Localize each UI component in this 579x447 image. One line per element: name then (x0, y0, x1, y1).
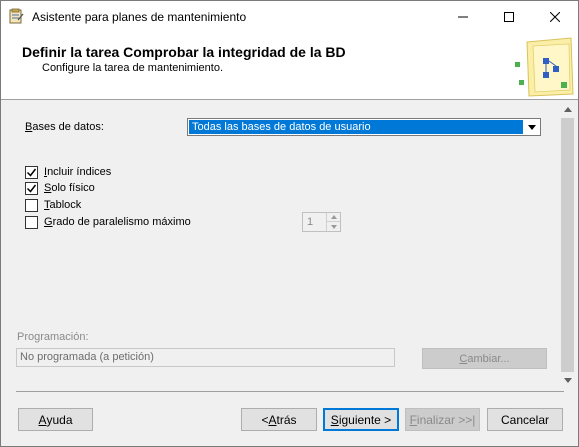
vertical-scrollbar[interactable] (559, 101, 576, 389)
max-dop-option[interactable]: Grado de paralelismo máximo (25, 215, 191, 229)
max-dop-spinner[interactable]: 1 (302, 212, 341, 232)
wizard-header: Definir la tarea Comprobar la integridad… (1, 32, 578, 100)
scrollbar-thumb[interactable] (561, 118, 574, 372)
spin-down-icon[interactable] (327, 222, 340, 231)
minimize-icon (458, 16, 468, 17)
databases-selected-value: Todas las bases de datos de usuario (189, 120, 523, 134)
task-options-panel: Bases de datos: Todas las bases de datos… (1, 101, 559, 389)
tablock-checkbox[interactable] (25, 198, 38, 212)
close-icon (550, 11, 560, 22)
change-schedule-button[interactable]: Cambiar... (422, 348, 547, 369)
databases-label: Bases de datos: (25, 121, 104, 133)
tablock-option[interactable]: Tablock (25, 198, 81, 212)
help-button[interactable]: Ayuda (18, 408, 93, 431)
title-bar: Asistente para planes de mantenimiento (1, 1, 578, 32)
dropdown-arrow-icon[interactable] (523, 119, 540, 135)
checkmark-icon (26, 184, 37, 193)
maintenance-folder-art (515, 37, 574, 97)
max-dop-value[interactable]: 1 (307, 216, 313, 228)
minimize-button[interactable] (440, 1, 486, 32)
max-dop-label: Grado de paralelismo máximo (44, 215, 191, 228)
back-button[interactable]: < Atrás (241, 408, 317, 431)
physical-only-label: Solo físico (44, 181, 95, 194)
spinner-buttons (326, 213, 340, 231)
maximize-icon (504, 11, 514, 22)
tablock-label: Tablock (44, 198, 82, 211)
wizard-window: Asistente para planes de mantenimiento D… (0, 0, 579, 447)
page-title: Definir la tarea Comprobar la integridad… (22, 44, 346, 60)
page-subtitle: Configure la tarea de mantenimiento. (42, 62, 223, 74)
scroll-up-icon[interactable] (559, 101, 576, 118)
window-title: Asistente para planes de mantenimiento (32, 10, 247, 24)
physical-only-option[interactable]: Solo físico (25, 181, 95, 195)
schedule-label: Programación: (17, 331, 89, 343)
wizard-app-icon (8, 8, 24, 24)
maximize-button[interactable] (486, 1, 532, 32)
include-indexes-label: Incluir índices (44, 165, 112, 178)
next-button[interactable]: Siguiente > (323, 408, 399, 431)
scroll-down-icon[interactable] (559, 372, 576, 389)
schedule-field: No programada (a petición) (16, 348, 395, 367)
spin-up-icon[interactable] (327, 213, 340, 222)
max-dop-checkbox[interactable] (25, 215, 38, 229)
include-indexes-option[interactable]: Incluir índices (25, 165, 111, 179)
include-indexes-checkbox[interactable] (25, 165, 38, 179)
finish-button[interactable]: Finalizar >>| (405, 408, 480, 431)
close-button[interactable] (532, 1, 578, 32)
databases-combobox[interactable]: Todas las bases de datos de usuario (187, 118, 541, 136)
checkmark-icon (26, 168, 37, 177)
physical-only-checkbox[interactable] (25, 181, 38, 195)
cancel-button[interactable]: Cancelar (487, 408, 563, 431)
footer-divider (16, 391, 564, 392)
